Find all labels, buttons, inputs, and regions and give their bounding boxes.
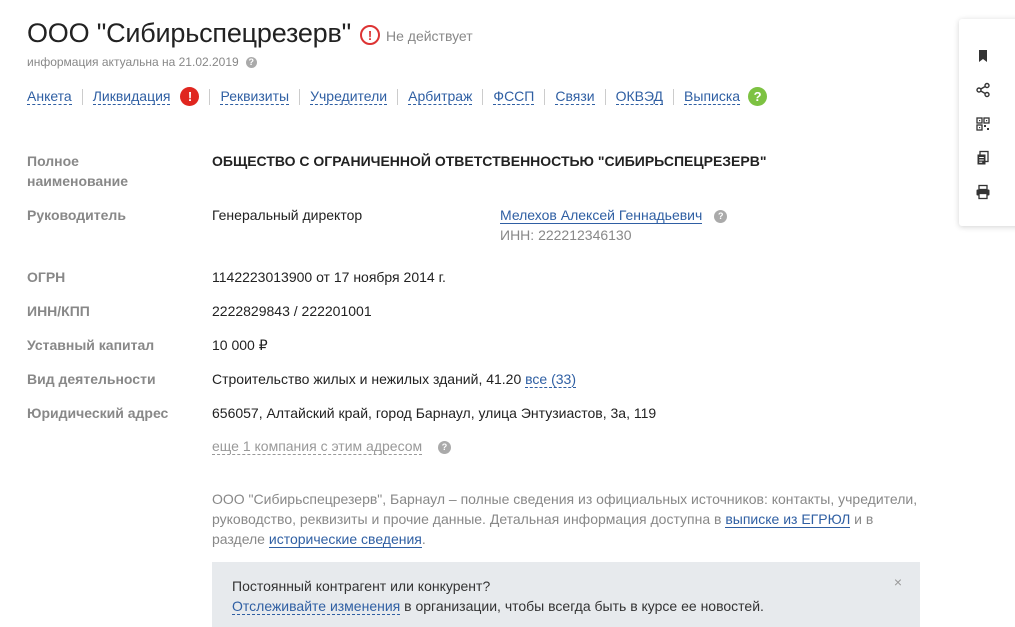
address-label: Юридический адрес — [27, 405, 169, 421]
tab-requisites[interactable]: Реквизиты — [220, 88, 290, 105]
printer-icon — [976, 184, 990, 200]
history-link[interactable]: исторические сведения — [268, 531, 422, 548]
tab-divider — [604, 88, 606, 105]
director-block: Мелехов Алексей Геннадьевич ? — [500, 205, 728, 225]
full-name-label: Полное наименование — [27, 153, 129, 189]
director-role: Генеральный директор — [212, 207, 363, 223]
share-button[interactable] — [975, 80, 1015, 100]
tab-founders[interactable]: Учредители — [310, 88, 388, 105]
side-action-panel — [959, 19, 1015, 226]
info-row: информация актуальна на 21.02.2019 ? — [27, 55, 257, 69]
tab-divider — [673, 88, 675, 105]
capital-label: Уставный капитал — [27, 337, 155, 353]
tab-divider — [482, 88, 484, 105]
close-icon[interactable]: × — [894, 572, 902, 592]
notice-line-1: Постоянный контрагент или конкурент? — [232, 578, 491, 594]
inn-kpp-value: 2222829843 / 222201001 — [212, 303, 372, 319]
bookmark-button[interactable] — [975, 46, 1015, 66]
bookmark-icon — [979, 50, 987, 62]
tab-okved[interactable]: ОКВЭД — [615, 88, 664, 105]
help-icon[interactable]: ? — [245, 56, 257, 68]
company-description: ООО "Сибирьспецрезерв", Барнаул – полные… — [212, 489, 927, 549]
ogrn-label: ОГРН — [27, 269, 66, 285]
activity-all-link[interactable]: все (33) — [525, 371, 577, 388]
ogrn-value: 1142223013900 от 17 ноября 2014 г. — [212, 269, 446, 285]
notice-line-2: Отслеживайте изменения в организации, чт… — [232, 596, 900, 616]
extract-help-icon[interactable]: ? — [748, 87, 768, 106]
section-tabs: Анкета Ликвидация ! Реквизиты Учредители… — [27, 87, 768, 106]
activity-text: Строительство жилых и нежилых зданий, 41… — [212, 371, 522, 387]
inactive-status-icon: ! — [359, 25, 380, 45]
tab-divider — [81, 88, 83, 105]
notice-line-2-text: в организации, чтобы всегда быть в курсе… — [400, 598, 764, 614]
address-value: 656057, Алтайский край, город Барнаул, у… — [212, 405, 657, 421]
egrul-extract-link[interactable]: выписке из ЕГРЮЛ — [725, 511, 851, 528]
director-inn: ИНН: 222212346130 — [500, 227, 632, 243]
same-address-link[interactable]: еще 1 компания с этим адресом — [212, 438, 423, 455]
tab-divider — [544, 88, 546, 105]
director-label: Руководитель — [27, 207, 126, 223]
tab-connections[interactable]: Связи — [555, 88, 595, 105]
address-help-icon[interactable]: ? — [438, 440, 452, 454]
tab-liquidation[interactable]: Ликвидация — [92, 88, 171, 105]
tab-divider — [209, 88, 211, 105]
print-button[interactable] — [975, 182, 1015, 202]
activity-label: Вид деятельности — [27, 371, 156, 387]
tab-arbitration[interactable]: Арбитраж — [408, 88, 473, 105]
address-more: еще 1 компания с этим адресом ? — [212, 436, 452, 456]
description-text-3: . — [421, 531, 426, 547]
company-title: ООО "Сибирьспецрезерв" — [27, 18, 351, 48]
tab-divider — [299, 88, 301, 105]
status-text: Не действует — [385, 27, 473, 44]
liquidation-warning-icon: ! — [180, 87, 200, 106]
inn-kpp-label: ИНН/КПП — [27, 303, 90, 319]
tracking-notice: Постоянный контрагент или конкурент? Отс… — [212, 562, 920, 627]
share-icon — [976, 82, 990, 98]
full-name-text: ОБЩЕСТВО С ОГРАНИЧЕННОЙ ОТВЕТСТВЕННОСТЬЮ… — [212, 153, 767, 169]
activity-value: Строительство жилых и нежилых зданий, 41… — [212, 369, 577, 389]
full-name-value: ОБЩЕСТВО С ОГРАНИЧЕННОЙ ОТВЕТСТВЕННОСТЬЮ… — [212, 151, 766, 171]
tab-divider — [397, 88, 399, 105]
director-name-link[interactable]: Мелехов Алексей Геннадьевич — [500, 207, 703, 224]
tab-extract[interactable]: Выписка — [684, 88, 741, 105]
title-row: ООО "Сибирьспецрезерв" ! Не действует — [27, 18, 473, 49]
tab-anketa[interactable]: Анкета — [27, 88, 72, 105]
qr-code-icon — [976, 117, 990, 131]
director-help-icon[interactable]: ? — [714, 209, 728, 223]
info-date-text: информация актуальна на 21.02.2019 — [27, 55, 239, 69]
documents-button[interactable] — [975, 148, 1015, 168]
qr-code-button[interactable] — [975, 114, 1015, 134]
capital-value: 10 000 ₽ — [212, 337, 268, 353]
tab-fssp[interactable]: ФССП — [493, 88, 535, 105]
track-changes-link[interactable]: Отслеживайте изменения — [232, 598, 401, 615]
document-icon — [977, 150, 989, 165]
